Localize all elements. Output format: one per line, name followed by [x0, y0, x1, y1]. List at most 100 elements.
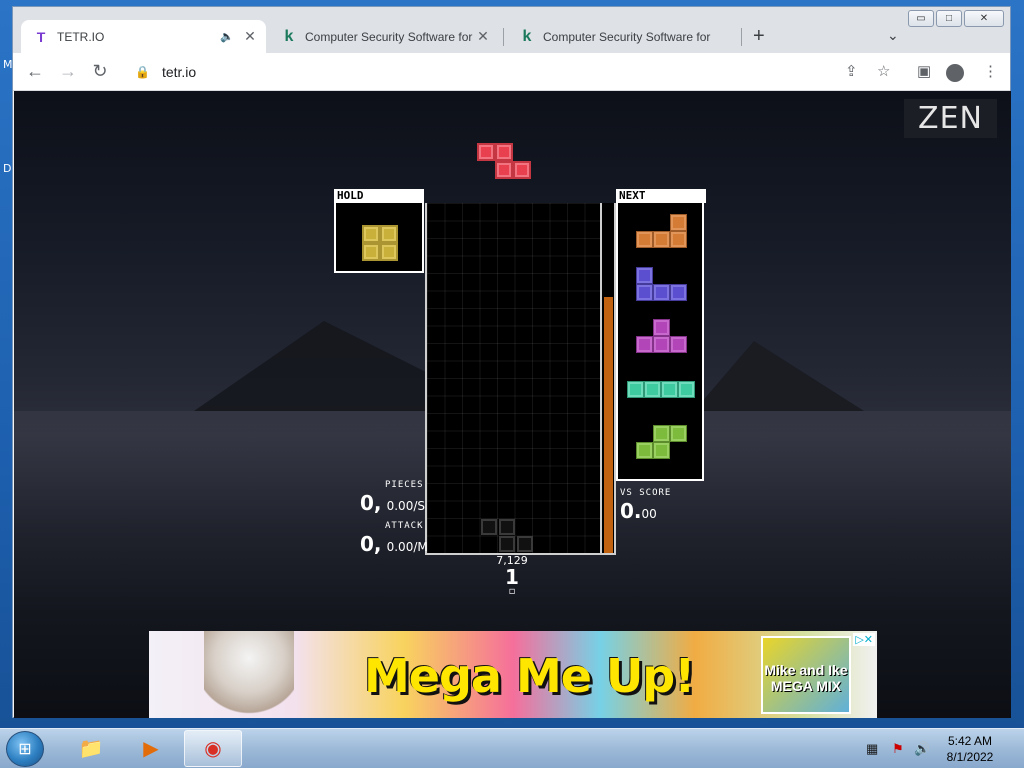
url-text[interactable]: tetr.io	[162, 64, 196, 80]
windows-taskbar: ⊞ 📁 ▶ ◉ ▦ ⚑ 🔊 5:42 AM 8/1/2022	[0, 728, 1024, 768]
falling-z-block	[477, 143, 495, 161]
ghost-block	[499, 519, 515, 535]
system-clock[interactable]: 5:42 AM 8/1/2022	[935, 733, 1005, 765]
next-s-block	[653, 442, 670, 459]
close-tab-icon[interactable]: ✕	[473, 28, 493, 45]
desktop-icon-label[interactable]: D	[3, 162, 11, 175]
tab-title: Computer Security Software for	[543, 29, 711, 44]
ghost-block	[517, 536, 533, 552]
lock-icon[interactable]: 🔒	[135, 65, 150, 79]
next-s-block	[653, 425, 670, 442]
tab-separator	[741, 28, 742, 46]
tab-separator	[503, 28, 504, 46]
tab-security-1[interactable]: k Computer Security Software for ✕	[269, 20, 499, 53]
tetris-board[interactable]	[425, 203, 602, 555]
address-bar[interactable]: 🔒 tetr.io	[123, 57, 903, 87]
next-l-block	[636, 231, 653, 248]
hold-o-block	[362, 225, 380, 243]
tab-title: Computer Security Software for	[305, 29, 473, 44]
attack-rate: 0.00/M	[386, 540, 428, 554]
next-l-block	[670, 214, 687, 231]
profile-avatar-icon[interactable]	[946, 64, 964, 82]
next-queue-panel: NEXT	[616, 189, 706, 481]
window-controls: ▭ □ ✕	[908, 10, 1004, 27]
falling-z-block	[513, 161, 531, 179]
vs-score-decimal: 00	[641, 507, 657, 521]
close-tab-icon[interactable]: ✕	[240, 28, 260, 45]
chrome-menu-icon[interactable]: ⋮	[983, 62, 998, 80]
volume-tray-icon[interactable]: 🔊	[914, 741, 930, 757]
pieces-label: PIECES	[385, 480, 424, 490]
next-label: NEXT	[616, 189, 706, 203]
falling-z-block	[495, 161, 513, 179]
hold-o-block	[362, 243, 380, 261]
back-button[interactable]: ←	[23, 61, 47, 82]
pieces-rate: 0.00/S	[386, 499, 425, 513]
network-tray-icon[interactable]: ▦	[866, 741, 878, 757]
next-l-block	[653, 231, 670, 248]
ad-choices-icon[interactable]: ▷✕	[853, 633, 875, 646]
next-t-block	[653, 319, 670, 336]
hold-label: HOLD	[334, 189, 424, 203]
mode-label: ZEN	[904, 99, 997, 138]
attack-value: 0,	[360, 532, 382, 556]
start-button[interactable]: ⊞	[6, 731, 44, 767]
garbage-meter-fill	[604, 297, 613, 553]
next-i-block	[627, 381, 644, 398]
tab-bar: T TETR.IO 🔈 ✕ k Computer Security Softwa…	[13, 7, 1010, 53]
pieces-value: 0,	[360, 491, 382, 515]
minimize-button[interactable]: ▭	[908, 10, 934, 27]
next-i-block	[678, 381, 695, 398]
media-player-taskbar-icon[interactable]: ▶	[122, 730, 180, 767]
next-j-block	[653, 284, 670, 301]
vs-score-stat: 0.00	[620, 499, 657, 523]
vs-score-value: 0.	[620, 499, 642, 523]
browser-window: T TETR.IO 🔈 ✕ k Computer Security Softwa…	[12, 6, 1011, 718]
clock-time: 5:42 AM	[947, 734, 993, 748]
game-viewport[interactable]: ZEN HOLD NEXT PIECES 0, 0.00/S ATTACK 0,…	[14, 91, 1011, 718]
ad-product-box[interactable]: Mike and Ike MEGA MIX	[761, 636, 851, 714]
background-mountain	[694, 341, 864, 411]
new-tab-button[interactable]: +	[753, 25, 765, 48]
reload-button[interactable]: ↻	[88, 61, 112, 82]
attack-stat: 0, 0.00/M	[360, 532, 428, 556]
next-i-block	[644, 381, 661, 398]
forward-button[interactable]: →	[56, 61, 80, 82]
vs-score-label: VS SCORE	[620, 488, 672, 498]
bookmark-star-icon[interactable]: ☆	[877, 62, 890, 80]
falling-z-block	[495, 143, 513, 161]
next-t-block	[670, 336, 687, 353]
next-j-block	[636, 267, 653, 284]
ghost-block	[481, 519, 497, 535]
browser-toolbar: ← → ↻ 🔒 tetr.io ⇪ ☆ ▣ ⋮	[13, 53, 1010, 91]
tetrio-favicon-icon: T	[36, 28, 46, 45]
hold-o-block	[380, 225, 398, 243]
maximize-button[interactable]: □	[936, 10, 962, 27]
chrome-taskbar-icon[interactable]: ◉	[184, 730, 242, 767]
action-center-tray-icon[interactable]: ⚑	[892, 741, 904, 757]
tab-search-button[interactable]: ⌄	[887, 27, 899, 44]
ghost-block	[499, 536, 515, 552]
clock-date: 8/1/2022	[946, 750, 994, 764]
ad-headline[interactable]: Mega Me Up!	[364, 649, 695, 703]
share-icon[interactable]: ⇪	[845, 62, 858, 80]
tab-title: TETR.IO	[57, 29, 105, 44]
hold-panel: HOLD	[334, 189, 424, 273]
kaspersky-favicon-icon: k	[284, 27, 294, 45]
level-progress-icon: ▫	[508, 586, 516, 597]
next-s-block	[670, 425, 687, 442]
speaker-icon[interactable]: 🔈	[220, 30, 234, 43]
kaspersky-favicon-icon: k	[522, 27, 532, 45]
next-j-block	[670, 284, 687, 301]
tab-tetrio[interactable]: T TETR.IO 🔈 ✕	[21, 20, 266, 53]
attack-label: ATTACK	[385, 521, 424, 531]
advertisement-banner[interactable]: Mega Me Up! Mike and Ike MEGA MIX ▷✕	[149, 631, 877, 718]
ad-person-image	[204, 631, 294, 718]
explorer-taskbar-icon[interactable]: 📁	[62, 730, 120, 767]
next-t-block	[653, 336, 670, 353]
close-window-button[interactable]: ✕	[964, 10, 1004, 27]
next-i-block	[661, 381, 678, 398]
side-panel-icon[interactable]: ▣	[917, 62, 931, 80]
tab-security-2[interactable]: k Computer Security Software for	[507, 20, 739, 53]
next-t-block	[636, 336, 653, 353]
